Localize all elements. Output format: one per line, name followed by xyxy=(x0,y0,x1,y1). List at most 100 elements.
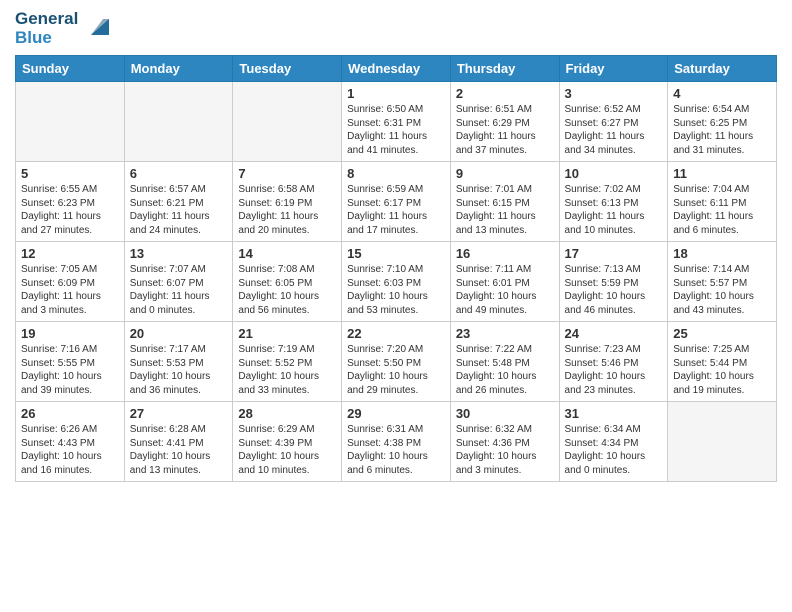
calendar-cell: 28Sunrise: 6:29 AM Sunset: 4:39 PM Dayli… xyxy=(233,402,342,482)
logo-general: General xyxy=(15,10,78,29)
cell-info: Sunrise: 6:59 AM Sunset: 6:17 PM Dayligh… xyxy=(347,183,445,237)
calendar-cell xyxy=(233,82,342,162)
calendar-header-friday: Friday xyxy=(559,56,668,82)
day-number: 5 xyxy=(21,166,119,181)
calendar-week-1: 5 Sunrise: 6:55 AM Sunset: 6:23 PM Daylig… xyxy=(16,162,777,242)
day-number: 4 xyxy=(673,86,771,101)
calendar-cell: 25Sunrise: 7:25 AM Sunset: 5:44 PM Dayli… xyxy=(668,322,777,402)
calendar-cell: 16 Sunrise: 7:11 AM Sunset: 6:01 PM Dayli… xyxy=(450,242,559,322)
calendar-cell: 5 Sunrise: 6:55 AM Sunset: 6:23 PM Daylig… xyxy=(16,162,125,242)
cell-info: Sunrise: 7:11 AM Sunset: 6:01 PM Dayligh… xyxy=(456,263,554,317)
cell-info: Sunrise: 6:28 AM Sunset: 4:41 PM Dayligh… xyxy=(130,423,228,477)
calendar-cell: 9Sunrise: 7:01 AM Sunset: 6:15 PM Daylig… xyxy=(450,162,559,242)
calendar-cell xyxy=(668,402,777,482)
cell-info: Sunrise: 6:31 AM Sunset: 4:38 PM Dayligh… xyxy=(347,423,445,477)
calendar-header-tuesday: Tuesday xyxy=(233,56,342,82)
page-header: General Blue xyxy=(15,10,777,47)
day-number: 8 xyxy=(347,166,445,181)
cell-info: Sunrise: 6:32 AM Sunset: 4:36 PM Dayligh… xyxy=(456,423,554,477)
day-number: 6 xyxy=(130,166,228,181)
calendar-cell: 8 Sunrise: 6:59 AM Sunset: 6:17 PM Daylig… xyxy=(342,162,451,242)
day-number: 26 xyxy=(21,406,119,421)
calendar-cell: 18Sunrise: 7:14 AM Sunset: 5:57 PM Dayli… xyxy=(668,242,777,322)
day-number: 13 xyxy=(130,246,228,261)
calendar-cell: 23Sunrise: 7:22 AM Sunset: 5:48 PM Dayli… xyxy=(450,322,559,402)
calendar-cell: 24 Sunrise: 7:23 AM Sunset: 5:46 PM Dayli… xyxy=(559,322,668,402)
calendar-cell xyxy=(124,82,233,162)
logo-blue: Blue xyxy=(15,29,78,48)
calendar-cell: 19 Sunrise: 7:16 AM Sunset: 5:55 PM Dayli… xyxy=(16,322,125,402)
cell-info: Sunrise: 7:07 AM Sunset: 6:07 PM Dayligh… xyxy=(130,263,228,317)
cell-info: Sunrise: 7:16 AM Sunset: 5:55 PM Dayligh… xyxy=(21,343,119,397)
day-number: 15 xyxy=(347,246,445,261)
calendar-header-monday: Monday xyxy=(124,56,233,82)
day-number: 16 xyxy=(456,246,554,261)
calendar-cell: 4 Sunrise: 6:54 AM Sunset: 6:25 PM Daylig… xyxy=(668,82,777,162)
cell-info: Sunrise: 7:04 AM Sunset: 6:11 PM Dayligh… xyxy=(673,183,771,237)
day-number: 22 xyxy=(347,326,445,341)
cell-info: Sunrise: 6:55 AM Sunset: 6:23 PM Dayligh… xyxy=(21,183,119,237)
calendar-cell: 27 Sunrise: 6:28 AM Sunset: 4:41 PM Dayli… xyxy=(124,402,233,482)
cell-info: Sunrise: 6:29 AM Sunset: 4:39 PM Dayligh… xyxy=(238,423,336,477)
calendar-cell: 6 Sunrise: 6:57 AM Sunset: 6:21 PM Daylig… xyxy=(124,162,233,242)
calendar-cell: 15 Sunrise: 7:10 AM Sunset: 6:03 PM Dayli… xyxy=(342,242,451,322)
cell-info: Sunrise: 6:50 AM Sunset: 6:31 PM Dayligh… xyxy=(347,103,445,157)
cell-info: Sunrise: 6:52 AM Sunset: 6:27 PM Dayligh… xyxy=(565,103,663,157)
cell-info: Sunrise: 7:17 AM Sunset: 5:53 PM Dayligh… xyxy=(130,343,228,397)
day-number: 24 xyxy=(565,326,663,341)
calendar-header-thursday: Thursday xyxy=(450,56,559,82)
calendar-cell: 14 Sunrise: 7:08 AM Sunset: 6:05 PM Dayli… xyxy=(233,242,342,322)
cell-info: Sunrise: 6:51 AM Sunset: 6:29 PM Dayligh… xyxy=(456,103,554,157)
cell-info: Sunrise: 7:02 AM Sunset: 6:13 PM Dayligh… xyxy=(565,183,663,237)
cell-info: Sunrise: 7:10 AM Sunset: 6:03 PM Dayligh… xyxy=(347,263,445,317)
day-number: 10 xyxy=(565,166,663,181)
calendar-header-saturday: Saturday xyxy=(668,56,777,82)
calendar-header-wednesday: Wednesday xyxy=(342,56,451,82)
day-number: 12 xyxy=(21,246,119,261)
calendar-body: 1 Sunrise: 6:50 AM Sunset: 6:31 PM Daylig… xyxy=(16,82,777,482)
calendar-cell: 30 Sunrise: 6:32 AM Sunset: 4:36 PM Dayli… xyxy=(450,402,559,482)
day-number: 11 xyxy=(673,166,771,181)
calendar-cell: 21Sunrise: 7:19 AM Sunset: 5:52 PM Dayli… xyxy=(233,322,342,402)
day-number: 30 xyxy=(456,406,554,421)
cell-info: Sunrise: 6:54 AM Sunset: 6:25 PM Dayligh… xyxy=(673,103,771,157)
calendar-table: SundayMondayTuesdayWednesdayThursdayFrid… xyxy=(15,55,777,482)
calendar-cell: 2Sunrise: 6:51 AM Sunset: 6:29 PM Daylig… xyxy=(450,82,559,162)
calendar-week-2: 12 Sunrise: 7:05 AM Sunset: 6:09 PM Dayli… xyxy=(16,242,777,322)
calendar-header-sunday: Sunday xyxy=(16,56,125,82)
calendar-cell: 10 Sunrise: 7:02 AM Sunset: 6:13 PM Dayli… xyxy=(559,162,668,242)
calendar-cell: 17Sunrise: 7:13 AM Sunset: 5:59 PM Dayli… xyxy=(559,242,668,322)
logo-icon xyxy=(81,13,109,41)
cell-info: Sunrise: 7:05 AM Sunset: 6:09 PM Dayligh… xyxy=(21,263,119,317)
day-number: 25 xyxy=(673,326,771,341)
cell-info: Sunrise: 7:13 AM Sunset: 5:59 PM Dayligh… xyxy=(565,263,663,317)
cell-info: Sunrise: 6:26 AM Sunset: 4:43 PM Dayligh… xyxy=(21,423,119,477)
day-number: 31 xyxy=(565,406,663,421)
calendar-week-4: 26 Sunrise: 6:26 AM Sunset: 4:43 PM Dayli… xyxy=(16,402,777,482)
calendar-cell: 3Sunrise: 6:52 AM Sunset: 6:27 PM Daylig… xyxy=(559,82,668,162)
calendar-cell: 22 Sunrise: 7:20 AM Sunset: 5:50 PM Dayli… xyxy=(342,322,451,402)
calendar-cell: 31Sunrise: 6:34 AM Sunset: 4:34 PM Dayli… xyxy=(559,402,668,482)
cell-info: Sunrise: 6:57 AM Sunset: 6:21 PM Dayligh… xyxy=(130,183,228,237)
calendar-cell: 29 Sunrise: 6:31 AM Sunset: 4:38 PM Dayli… xyxy=(342,402,451,482)
day-number: 14 xyxy=(238,246,336,261)
calendar-cell: 20Sunrise: 7:17 AM Sunset: 5:53 PM Dayli… xyxy=(124,322,233,402)
day-number: 29 xyxy=(347,406,445,421)
day-number: 23 xyxy=(456,326,554,341)
day-number: 1 xyxy=(347,86,445,101)
calendar-header-row: SundayMondayTuesdayWednesdayThursdayFrid… xyxy=(16,56,777,82)
calendar-cell: 13 Sunrise: 7:07 AM Sunset: 6:07 PM Dayli… xyxy=(124,242,233,322)
cell-info: Sunrise: 7:08 AM Sunset: 6:05 PM Dayligh… xyxy=(238,263,336,317)
cell-info: Sunrise: 7:14 AM Sunset: 5:57 PM Dayligh… xyxy=(673,263,771,317)
cell-info: Sunrise: 7:19 AM Sunset: 5:52 PM Dayligh… xyxy=(238,343,336,397)
day-number: 19 xyxy=(21,326,119,341)
cell-info: Sunrise: 6:58 AM Sunset: 6:19 PM Dayligh… xyxy=(238,183,336,237)
calendar-week-3: 19 Sunrise: 7:16 AM Sunset: 5:55 PM Dayli… xyxy=(16,322,777,402)
cell-info: Sunrise: 7:20 AM Sunset: 5:50 PM Dayligh… xyxy=(347,343,445,397)
day-number: 27 xyxy=(130,406,228,421)
day-number: 7 xyxy=(238,166,336,181)
cell-info: Sunrise: 7:23 AM Sunset: 5:46 PM Dayligh… xyxy=(565,343,663,397)
calendar-cell: 26 Sunrise: 6:26 AM Sunset: 4:43 PM Dayli… xyxy=(16,402,125,482)
calendar-cell: 11 Sunrise: 7:04 AM Sunset: 6:11 PM Dayli… xyxy=(668,162,777,242)
cell-info: Sunrise: 7:01 AM Sunset: 6:15 PM Dayligh… xyxy=(456,183,554,237)
